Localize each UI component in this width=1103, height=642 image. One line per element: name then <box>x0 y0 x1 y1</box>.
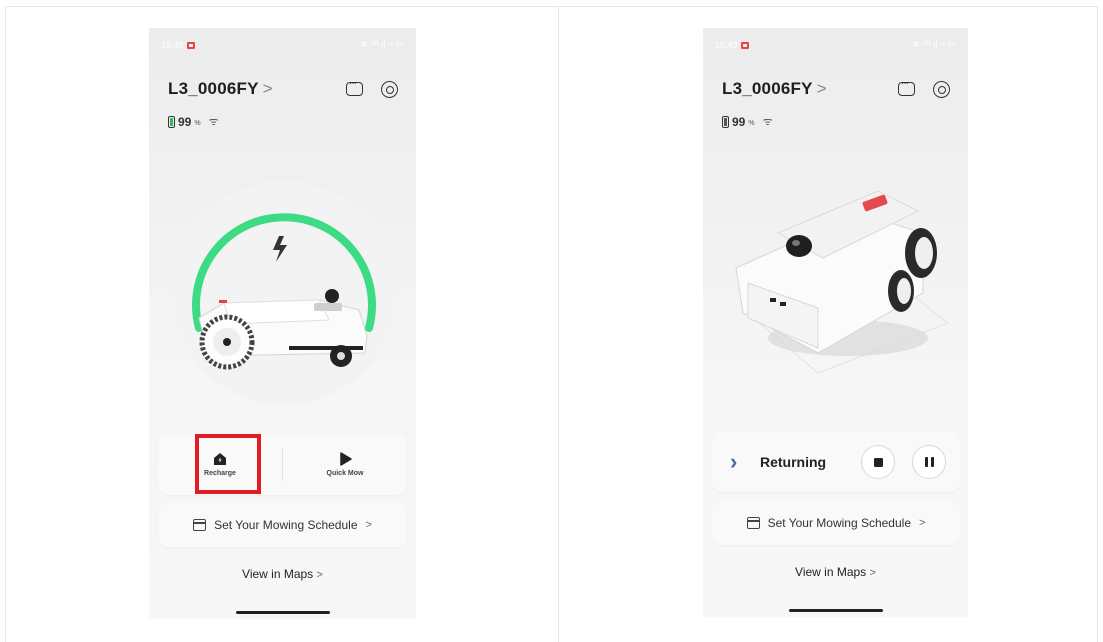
battery-unit: % <box>748 119 755 127</box>
calendar-icon <box>193 519 207 531</box>
device-header: L3_0006FY > <box>168 78 398 100</box>
settings-icon[interactable] <box>933 80 950 98</box>
chevron-right-icon: > <box>365 519 372 531</box>
right-phone-screen: 16:49 ≋ ⁵ᴳ.ıl ≈ ▭ L3_0006FY > 99 % ᯤ <box>703 28 968 617</box>
stop-icon <box>873 457 883 467</box>
settings-icon[interactable] <box>381 80 398 98</box>
mower-image <box>735 190 950 374</box>
chevron-right-icon: > <box>869 567 876 579</box>
charging-mower-illustration <box>172 181 396 405</box>
schedule-label: Set Your Mowing Schedule <box>767 516 911 530</box>
chevron-right-icon: > <box>316 569 323 581</box>
chat-icon[interactable] <box>346 78 363 96</box>
wifi-icon: ᯤ <box>208 116 219 128</box>
recharge-highlight-box <box>195 434 261 494</box>
screen-record-icon <box>740 41 749 49</box>
device-selector[interactable]: L3_0006FY > <box>168 79 273 99</box>
status-indicators: ≋ ⁵ᴳ.ıl ≈ ▭ <box>360 39 404 49</box>
battery-unit: % <box>194 119 201 127</box>
pause-icon <box>924 457 934 467</box>
battery-percent: 99 <box>178 114 192 129</box>
maps-label: View in Maps <box>242 567 314 581</box>
quick-mow-label: Quick Mow <box>326 470 364 477</box>
panel-divider <box>558 6 559 642</box>
pause-button[interactable] <box>912 445 946 479</box>
view-in-maps-link[interactable]: View in Maps > <box>703 565 968 579</box>
home-indicator[interactable] <box>788 609 883 612</box>
battery-status: 99 % ᯤ <box>722 114 773 129</box>
device-header: L3_0006FY > <box>722 78 950 100</box>
screen-record-icon <box>186 41 195 49</box>
returning-status: Returning <box>760 454 827 470</box>
calendar-icon <box>746 517 760 529</box>
chevron-right-icon: > <box>919 517 926 529</box>
mowing-schedule-button[interactable]: Set Your Mowing Schedule > <box>158 503 407 547</box>
chat-icon[interactable] <box>898 78 915 96</box>
device-name: L3_0006FY <box>168 79 259 98</box>
battery-status: 99 % ᯤ <box>168 114 219 129</box>
view-in-maps-link[interactable]: View in Maps > <box>149 567 416 581</box>
left-phone-screen: 16:49 ≋ ⁵ᴳ.ıl ≈ ▭ L3_0006FY > 99 % ᯤ <box>149 28 416 619</box>
home-indicator[interactable] <box>235 611 330 614</box>
device-chevron-icon: > <box>816 79 827 98</box>
status-time: 16:49 <box>161 40 184 50</box>
status-indicators: ≋ ⁵ᴳ.ıl ≈ ▭ <box>912 39 956 49</box>
status-time: 16:49 <box>715 40 738 50</box>
stop-button[interactable] <box>861 445 895 479</box>
battery-charging-icon <box>168 115 175 128</box>
mowing-status-card: › Returning <box>712 432 960 492</box>
status-bar: 16:49 ≋ ⁵ᴳ.ıl ≈ ▭ <box>715 39 956 51</box>
battery-icon <box>722 115 729 128</box>
schedule-label: Set Your Mowing Schedule <box>214 518 358 532</box>
play-icon <box>340 452 352 466</box>
status-bar: 16:49 ≋ ⁵ᴳ.ıl ≈ ▭ <box>161 39 404 51</box>
device-selector[interactable]: L3_0006FY > <box>722 79 827 99</box>
quick-mow-button[interactable]: Quick Mow <box>283 434 407 495</box>
device-name: L3_0006FY <box>722 79 813 98</box>
maps-label: View in Maps <box>795 565 867 579</box>
mowing-schedule-button[interactable]: Set Your Mowing Schedule > <box>712 501 960 545</box>
chevron-right-icon[interactable]: › <box>730 449 760 475</box>
wifi-icon: ᯤ <box>762 116 773 128</box>
device-chevron-icon: > <box>262 79 273 98</box>
battery-percent: 99 <box>732 114 746 129</box>
